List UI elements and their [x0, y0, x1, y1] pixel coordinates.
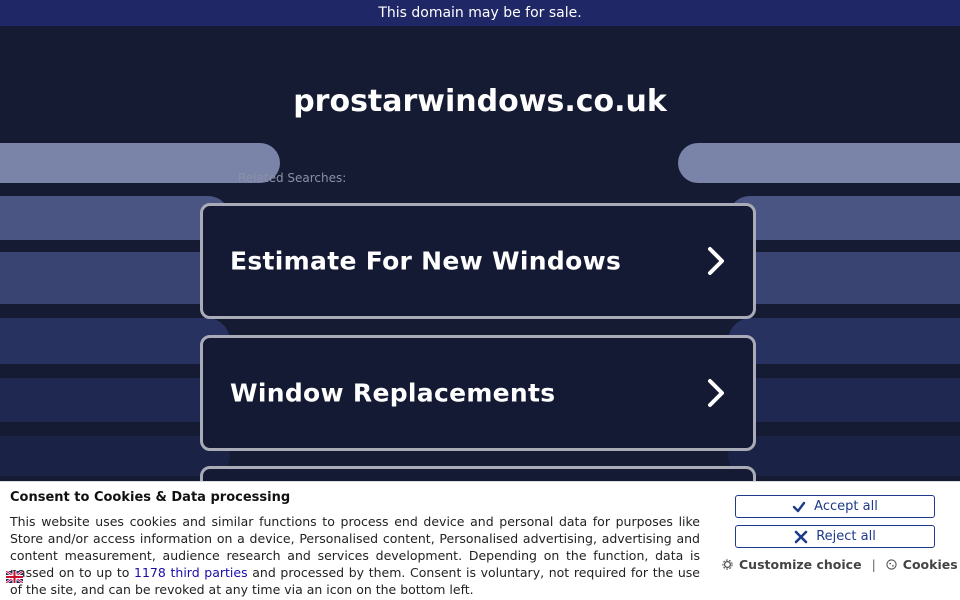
customize-choice-link[interactable]: Customize choice [739, 557, 862, 572]
consent-text: This website uses cookies and similar fu… [10, 513, 700, 598]
reject-all-button[interactable]: Reject all [735, 525, 935, 548]
accept-all-button[interactable]: Accept all [735, 495, 935, 518]
search-link-estimate-new-windows[interactable]: Estimate For New Windows [200, 203, 756, 319]
uk-flag-icon[interactable] [6, 571, 23, 583]
chevron-right-icon [708, 379, 724, 407]
gear-icon [722, 559, 733, 570]
search-link-label: Window Replacements [230, 378, 556, 408]
cookies-link[interactable]: Cookies [903, 557, 958, 572]
accept-all-label: Accept all [814, 499, 878, 514]
for-sale-text[interactable]: This domain may be for sale. [378, 5, 581, 21]
third-parties-link[interactable]: 1178 third parties [134, 565, 248, 580]
domain-title: prostarwindows.co.uk [293, 84, 667, 119]
close-icon [794, 530, 808, 543]
link-separator: | [871, 557, 876, 572]
cookie-consent-banner: Consent to Cookies & Data processing Thi… [0, 481, 960, 600]
for-sale-banner[interactable]: This domain may be for sale. [0, 0, 960, 26]
consent-secondary-links: Customize choice | Cookies [722, 557, 958, 572]
check-icon [792, 501, 806, 512]
consent-title: Consent to Cookies & Data processing [10, 490, 291, 505]
search-link-window-replacements[interactable]: Window Replacements [200, 335, 756, 451]
reject-all-label: Reject all [816, 529, 876, 544]
search-link-label: Estimate For New Windows [230, 246, 622, 276]
cookie-icon [886, 559, 897, 570]
related-searches-label: Related Searches: [238, 171, 347, 185]
chevron-right-icon [708, 247, 724, 275]
